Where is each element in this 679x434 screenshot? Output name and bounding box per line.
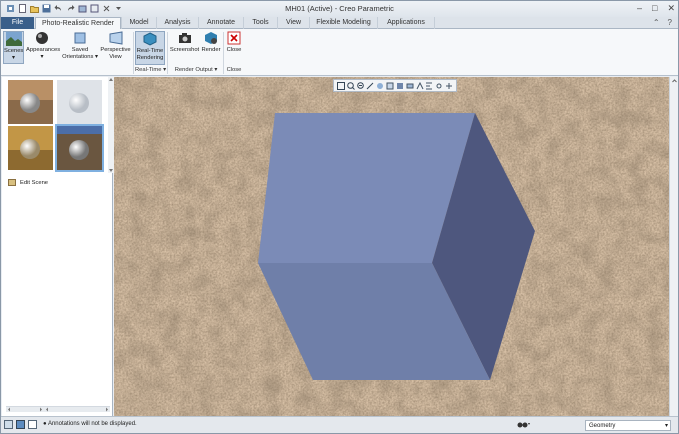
close-label: Close: [226, 47, 242, 53]
real-time-rendering-icon: [142, 32, 158, 46]
minimize-ribbon-icon[interactable]: ⌃: [653, 18, 660, 27]
full-screen-icon[interactable]: [28, 420, 37, 431]
window-controls: – □ ✕: [637, 3, 675, 14]
screenshot-label: Screenshot: [169, 47, 200, 53]
tab-view[interactable]: View: [277, 17, 309, 29]
appearances-label: Appearances: [26, 47, 61, 53]
help-area: ⌃ ?: [653, 18, 672, 27]
scene-thumbnail[interactable]: [57, 80, 102, 124]
status-message-text: Annotations will not be displayed.: [47, 421, 137, 427]
close-icon[interactable]: ✕: [667, 3, 675, 14]
close-button[interactable]: Close: [225, 31, 243, 54]
camera-icon: [177, 31, 193, 45]
annotation-off-icon[interactable]: [445, 82, 453, 90]
minimize-icon[interactable]: –: [637, 3, 642, 14]
selection-filter-value: Geometry: [589, 423, 616, 429]
selection-filter[interactable]: Geometry ▾: [585, 420, 671, 431]
real-time-label: Real-Time: [136, 48, 164, 54]
dropdown-arrow-icon: ▾: [40, 53, 44, 60]
tab-applications[interactable]: Applications: [377, 17, 435, 29]
refit-icon[interactable]: [336, 81, 345, 90]
scene-thumbnail[interactable]: [8, 126, 53, 170]
display-style-icon[interactable]: [396, 82, 404, 90]
view-toolbar: [333, 79, 457, 92]
annotation-display-icon[interactable]: [425, 82, 433, 90]
render-label: Render: [201, 47, 221, 53]
separator: [167, 32, 168, 74]
zoom-in-icon[interactable]: [346, 81, 355, 90]
tab-model[interactable]: Model: [121, 17, 156, 29]
spin-center-icon[interactable]: [435, 82, 443, 90]
group-label-close: Close: [226, 67, 242, 73]
help-icon[interactable]: ?: [668, 18, 672, 27]
app-window: MH01 (Active) - Creo Parametric – □ ✕ Fi…: [0, 0, 679, 434]
datum-display-icon[interactable]: [416, 81, 424, 90]
view-manager-icon[interactable]: [406, 82, 414, 90]
scene-thumbnail-selected[interactable]: [55, 124, 104, 172]
find-icon[interactable]: [517, 420, 531, 431]
scene-gallery: [4, 77, 114, 173]
screenshot-button[interactable]: Screenshot: [169, 31, 200, 54]
perspective-view-button[interactable]: Perspective View: [100, 31, 131, 60]
panel-horizontal-scrollbar[interactable]: [6, 406, 110, 412]
browser-toggle-icon[interactable]: [16, 420, 25, 431]
appearance-sphere-icon: [34, 31, 50, 45]
close-x-icon: [226, 31, 242, 45]
rendering-label: Rendering: [136, 54, 164, 61]
render-icon: [203, 31, 219, 45]
tab-annotate[interactable]: Annotate: [198, 17, 243, 29]
scene-thumbnail[interactable]: [8, 80, 53, 124]
render-scene: [114, 77, 670, 416]
right-sidebar: [669, 77, 678, 416]
ribbon-tabs: File Photo-Realistic Render Model Analys…: [1, 17, 678, 30]
saved-orientations-button[interactable]: Saved Orientations ▾: [62, 31, 98, 60]
dropdown-arrow-icon: ▾: [12, 54, 15, 61]
scenes-icon: [5, 32, 22, 46]
chevron-down-icon: ▾: [664, 423, 668, 429]
status-message: ● Annotations will not be displayed.: [43, 421, 137, 427]
saved-label: Saved: [71, 47, 89, 53]
zoom-out-icon[interactable]: [356, 81, 365, 90]
title-bar: MH01 (Active) - Creo Parametric – □ ✕: [1, 1, 678, 17]
maximize-icon[interactable]: □: [652, 3, 657, 14]
reorient-icon[interactable]: [376, 82, 384, 90]
edit-scene-icon: [8, 178, 16, 188]
view-label: View: [109, 53, 122, 60]
perspective-label: Perspective: [100, 47, 131, 53]
real-time-rendering-button[interactable]: Real-Time Rendering: [135, 31, 165, 65]
orientations-label: Orientations: [62, 53, 94, 60]
navigator-toggle-icon[interactable]: [4, 420, 13, 431]
render-button[interactable]: Render: [201, 31, 221, 54]
tab-analysis[interactable]: Analysis: [156, 17, 198, 29]
group-label-real-time[interactable]: Real-Time ▾: [134, 67, 167, 73]
edit-scene-label: Edit Scene: [20, 180, 49, 186]
scenes-label: Scenes: [4, 48, 24, 54]
saved-views-icon[interactable]: [386, 82, 394, 90]
group-real-time-text: Real-Time: [134, 67, 162, 73]
saved-orientations-icon: [72, 31, 88, 45]
group-label-render-output[interactable]: Render Output ▾: [169, 67, 223, 73]
status-bar: ● Annotations will not be displayed. Geo…: [1, 416, 678, 433]
graphics-viewport[interactable]: [114, 77, 670, 416]
appearances-button[interactable]: Appearances ▾: [26, 31, 61, 60]
perspective-view-icon: [108, 31, 124, 45]
edit-scene-button[interactable]: Edit Scene: [8, 178, 48, 188]
group-render-output-text: Render Output: [174, 67, 213, 73]
window-title: MH01 (Active) - Creo Parametric: [285, 4, 394, 13]
tab-tools[interactable]: Tools: [243, 17, 277, 29]
scene-gallery-panel: Edit Scene: [2, 77, 114, 416]
scenes-button[interactable]: Scenes ▾: [3, 31, 24, 64]
tab-file[interactable]: File: [1, 17, 34, 29]
tab-flexible-modeling[interactable]: Flexible Modeling: [309, 17, 377, 29]
ribbon: Scenes ▾ Appearances ▾ Saved Orientations …: [1, 29, 678, 76]
repaint-icon[interactable]: [366, 82, 374, 90]
